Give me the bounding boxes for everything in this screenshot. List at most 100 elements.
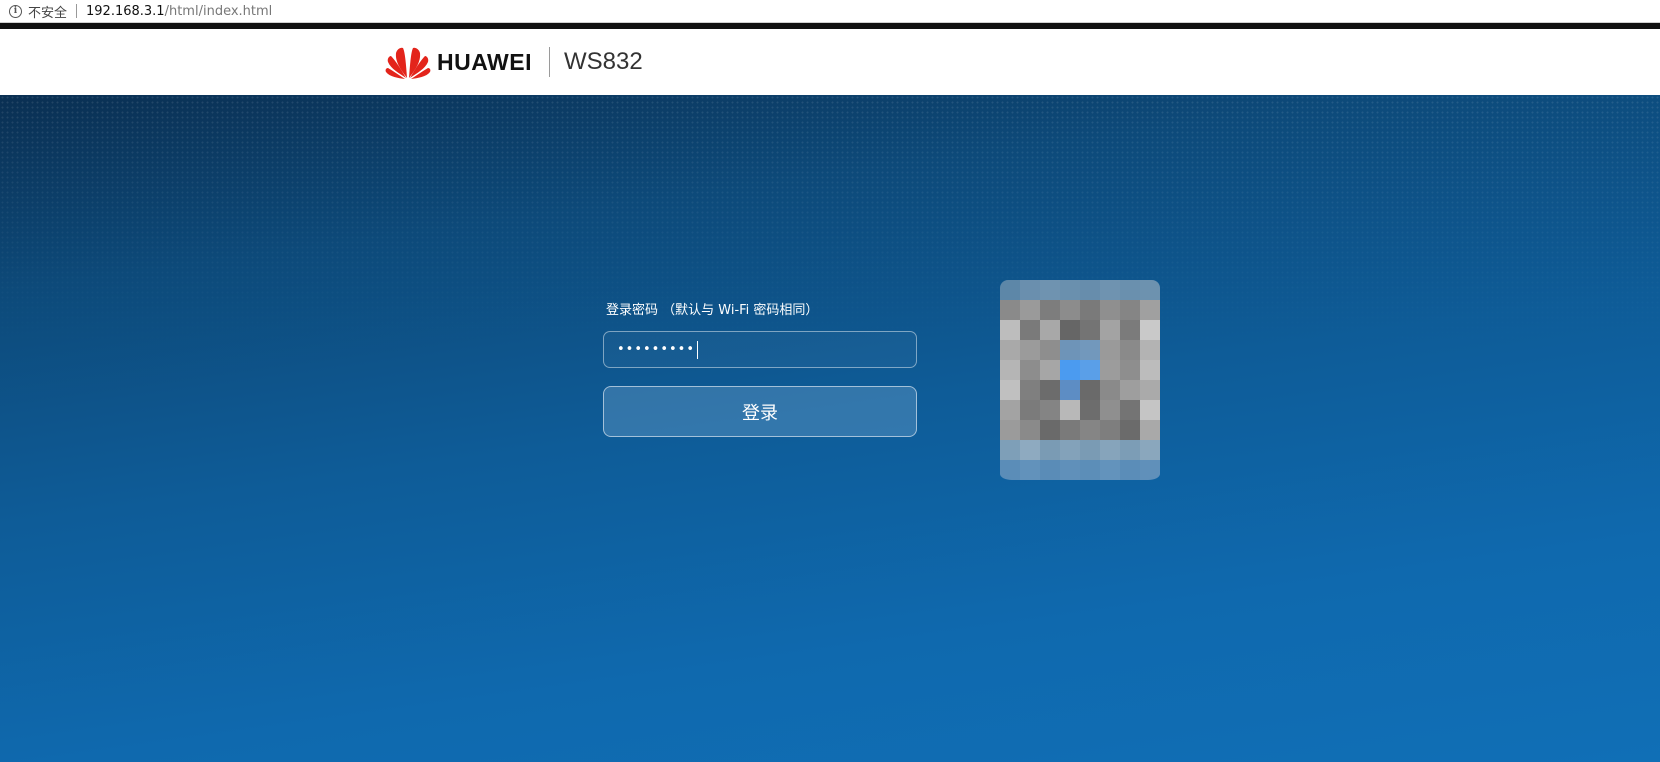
mosaic-cell (1120, 320, 1140, 340)
mosaic-cell (1120, 340, 1140, 360)
mosaic-cell (1120, 360, 1140, 380)
password-label: 登录密码 （默认与 Wi-Fi 密码相同） (606, 303, 819, 318)
mosaic-cell (1080, 360, 1100, 380)
mosaic-cell (1080, 460, 1100, 480)
mosaic-cell (1020, 440, 1040, 460)
mosaic-cell (1120, 460, 1140, 480)
browser-address-bar[interactable]: i 不安全 192.168.3.1/html/index.html (0, 0, 1660, 23)
mosaic-cell (1040, 300, 1060, 320)
mosaic-cell (1080, 440, 1100, 460)
mosaic-cell (1000, 380, 1020, 400)
mosaic-cell (1020, 300, 1040, 320)
text-caret (697, 340, 699, 359)
mosaic-cell (1060, 320, 1080, 340)
password-input[interactable]: ••••••••• (603, 331, 917, 368)
mosaic-cell (1000, 340, 1020, 360)
mosaic-cell (1000, 420, 1020, 440)
mosaic-cell (1100, 340, 1120, 360)
mosaic-cell (1040, 440, 1060, 460)
mosaic-cell (1140, 320, 1160, 340)
mosaic-cell (1000, 440, 1020, 460)
header-divider (549, 47, 550, 77)
mosaic-cell (1020, 400, 1040, 420)
mosaic-cell (1020, 420, 1040, 440)
mosaic-cell (1060, 360, 1080, 380)
brand-name: HUAWEI (437, 48, 532, 75)
mosaic-cell (1020, 320, 1040, 340)
info-icon[interactable]: i (9, 4, 22, 18)
mosaic-cell (1000, 320, 1020, 340)
device-image-pixelated (1000, 280, 1160, 480)
mosaic-cell (1120, 380, 1140, 400)
mosaic-cell (1060, 400, 1080, 420)
mosaic-cell (1080, 380, 1100, 400)
mosaic-cell (1000, 460, 1020, 480)
url-host[interactable]: 192.168.3.1 (86, 4, 165, 19)
mosaic-cell (1020, 340, 1040, 360)
device-model: WS832 (564, 48, 643, 75)
mosaic-cell (1100, 360, 1120, 380)
mosaic-cell (1100, 460, 1120, 480)
mosaic-cell (1140, 440, 1160, 460)
mosaic-cell (1020, 460, 1040, 480)
mosaic-cell (1060, 460, 1080, 480)
mosaic-cell (1100, 420, 1120, 440)
mosaic-cell (1140, 460, 1160, 480)
mosaic-cell (1080, 340, 1100, 360)
mosaic-cell (1040, 420, 1060, 440)
mosaic-cell (1140, 300, 1160, 320)
mosaic-cell (1080, 300, 1100, 320)
mosaic-cell (1100, 280, 1120, 300)
mosaic-cell (1040, 320, 1060, 340)
mosaic-cell (1100, 380, 1120, 400)
mosaic-cell (1140, 360, 1160, 380)
login-area: 登录密码 （默认与 Wi-Fi 密码相同） ••••••••• 登录 (0, 95, 1660, 762)
mosaic-cell (1100, 300, 1120, 320)
mosaic-cell (1000, 400, 1020, 420)
mosaic-cell (1100, 400, 1120, 420)
mosaic-cell (1120, 280, 1140, 300)
page-header: HUAWEI WS832 (0, 29, 1660, 95)
mosaic-cell (1140, 420, 1160, 440)
mosaic-cell (1060, 340, 1080, 360)
mosaic-cell (1060, 280, 1080, 300)
brand-logo: HUAWEI WS832 (385, 44, 643, 80)
mosaic-cell (1080, 280, 1100, 300)
mosaic-cell (1040, 400, 1060, 420)
mosaic-cell (1000, 280, 1020, 300)
mosaic-cell (1000, 360, 1020, 380)
mosaic-cell (1020, 280, 1040, 300)
mosaic-cell (1000, 300, 1020, 320)
mosaic-cell (1100, 320, 1120, 340)
login-button[interactable]: 登录 (603, 386, 917, 437)
mosaic-cell (1080, 320, 1100, 340)
mosaic-cell (1140, 380, 1160, 400)
mosaic-cell (1080, 420, 1100, 440)
mosaic-cell (1120, 440, 1140, 460)
pixelated-router-picture (1000, 280, 1160, 480)
mosaic-cell (1040, 460, 1060, 480)
huawei-petals-icon (385, 47, 431, 79)
mosaic-cell (1060, 420, 1080, 440)
mosaic-cell (1060, 440, 1080, 460)
mosaic-cell (1140, 340, 1160, 360)
mosaic-cell (1120, 400, 1140, 420)
mosaic-cell (1040, 360, 1060, 380)
mosaic-cell (1100, 440, 1120, 460)
url-path[interactable]: /html/index.html (165, 4, 273, 19)
mosaic-cell (1040, 340, 1060, 360)
mosaic-cell (1040, 380, 1060, 400)
mosaic-cell (1120, 300, 1140, 320)
mosaic-cell (1060, 380, 1080, 400)
address-separator (76, 4, 78, 18)
mosaic-cell (1020, 380, 1040, 400)
mosaic-cell (1060, 300, 1080, 320)
password-value: ••••••••• (617, 342, 696, 357)
mosaic-cell (1140, 280, 1160, 300)
mosaic-cell (1140, 400, 1160, 420)
mosaic-cell (1120, 420, 1140, 440)
mosaic-cell (1020, 360, 1040, 380)
security-status-label[interactable]: 不安全 (28, 2, 67, 21)
mosaic-cell (1080, 400, 1100, 420)
dot-pattern-overlay (0, 95, 1660, 355)
